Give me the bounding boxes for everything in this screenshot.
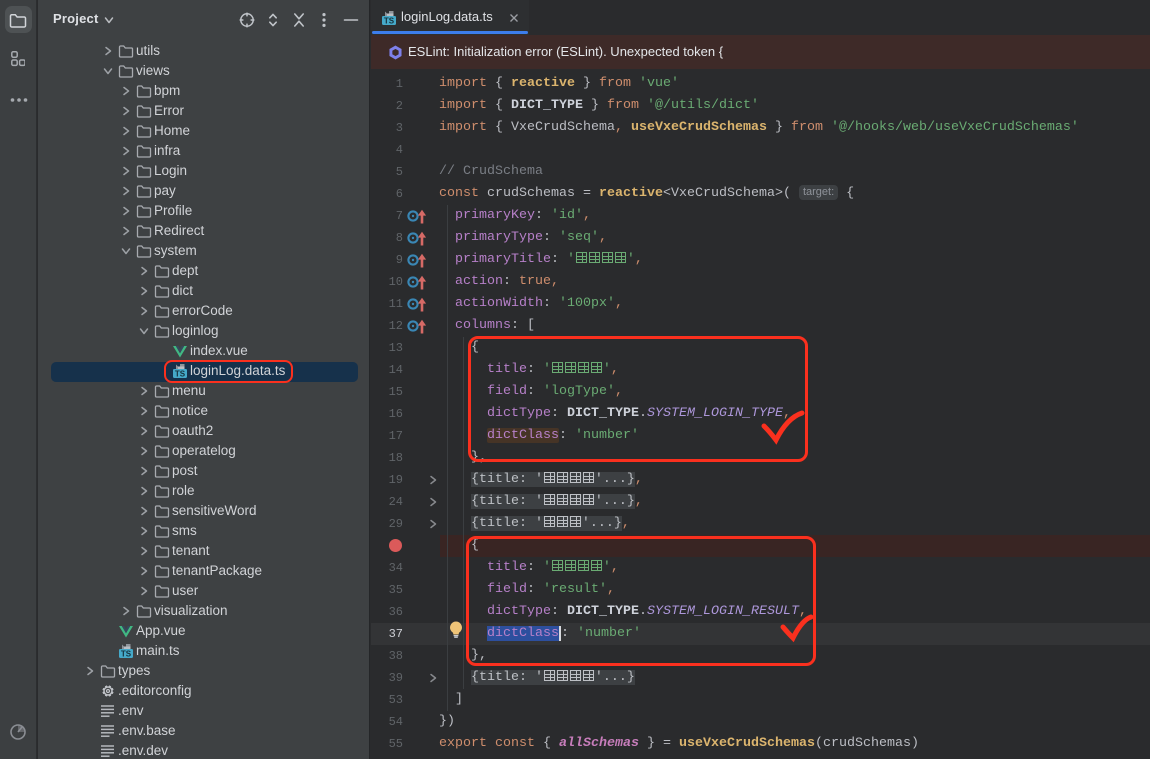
svg-text:TS: TS — [384, 16, 395, 25]
svg-text:TS: TS — [121, 649, 132, 658]
